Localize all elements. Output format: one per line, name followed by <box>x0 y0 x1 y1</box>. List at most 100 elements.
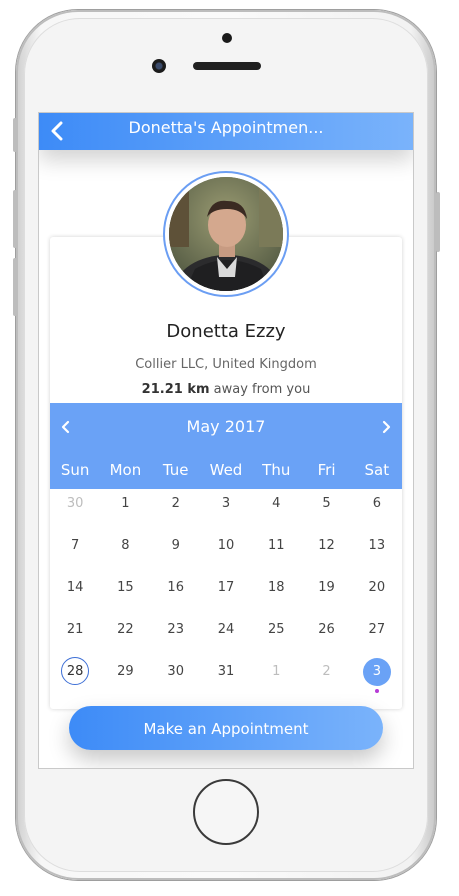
day-number: 3 <box>221 496 231 511</box>
weekday-row: Sun Mon Tue Wed Thu Fri Sat <box>50 461 402 481</box>
calendar-day[interactable]: 16 <box>151 573 201 615</box>
calendar-day[interactable]: 23 <box>151 615 201 657</box>
distance-value: 21.21 km <box>141 382 210 397</box>
calendar-day[interactable]: 1 <box>100 489 150 531</box>
calendar-day[interactable]: 5 <box>301 489 351 531</box>
chevron-right-icon[interactable] <box>378 419 394 435</box>
day-number: 24 <box>217 622 235 637</box>
day-number: 19 <box>318 580 335 595</box>
calendar-day[interactable]: 11 <box>251 531 301 573</box>
volume-up-button <box>13 190 17 248</box>
weekday-label: Wed <box>209 461 243 479</box>
calendar-day[interactable]: 12 <box>301 531 351 573</box>
day-number: 8 <box>121 538 130 553</box>
day-number: 3 <box>362 658 391 686</box>
calendar-day[interactable]: 6 <box>352 489 402 531</box>
calendar-day[interactable]: 10 <box>201 531 251 573</box>
calendar-week: 14 15 16 17 18 19 20 <box>50 573 402 615</box>
day-number: 30 <box>167 664 184 679</box>
app-header: Donetta's Appointmen... <box>39 113 413 150</box>
calendar-day[interactable]: 21 <box>50 615 100 657</box>
calendar-day[interactable]: 2 <box>151 489 201 531</box>
calendar-day[interactable]: 30 <box>50 489 100 531</box>
day-number: 30 <box>66 496 84 511</box>
day-number: 7 <box>71 538 80 553</box>
day-number: 20 <box>368 580 386 595</box>
calendar-week: 7 8 9 10 11 12 13 <box>50 531 402 573</box>
earpiece-speaker <box>193 62 261 70</box>
day-number: 11 <box>267 538 285 553</box>
calendar-day[interactable]: 2 <box>301 657 351 699</box>
day-number: 14 <box>66 580 84 595</box>
make-appointment-button[interactable]: Make an Appointment <box>69 706 383 750</box>
camera-dot <box>222 33 232 43</box>
front-camera <box>152 59 166 73</box>
calendar-day[interactable]: 4 <box>251 489 301 531</box>
day-number: 9 <box>171 538 180 553</box>
weekday-label: Thu <box>262 461 291 479</box>
weekday-label: Sat <box>364 461 390 479</box>
calendar-day-selected[interactable]: 3 <box>352 657 402 699</box>
distance-suffix: away from you <box>209 382 311 397</box>
calendar-grid: 30 1 2 3 4 5 6 7 8 9 10 11 12 13 14 15 1… <box>50 489 402 699</box>
chevron-left-icon[interactable] <box>47 120 69 142</box>
calendar-day[interactable]: 9 <box>151 531 201 573</box>
day-number: 26 <box>318 622 335 637</box>
calendar-day[interactable]: 14 <box>50 573 100 615</box>
calendar-header: May 2017 Sun Mon Tue Wed Thu Fri Sat <box>50 403 402 489</box>
day-number: 10 <box>217 538 235 553</box>
volume-down-button <box>13 258 17 316</box>
calendar-day[interactable]: 31 <box>201 657 251 699</box>
calendar-day[interactable]: 24 <box>201 615 251 657</box>
calendar-day[interactable]: 1 <box>251 657 301 699</box>
mute-switch <box>13 118 17 152</box>
calendar-day[interactable]: 3 <box>201 489 251 531</box>
calendar-day[interactable]: 22 <box>100 615 150 657</box>
weekday-label: Fri <box>317 461 336 479</box>
day-number: 4 <box>272 496 281 511</box>
page-title: Donetta's Appointmen... <box>128 118 324 137</box>
day-number: 29 <box>117 664 134 679</box>
day-number: 1 <box>121 496 130 511</box>
day-number: 23 <box>167 622 184 637</box>
calendar-day[interactable]: 25 <box>251 615 301 657</box>
avatar <box>163 171 289 297</box>
calendar-day[interactable]: 27 <box>352 615 402 657</box>
calendar-day[interactable]: 17 <box>201 573 251 615</box>
day-number: 17 <box>217 580 235 595</box>
calendar-day[interactable]: 15 <box>100 573 150 615</box>
calendar-week: 28 29 30 31 1 2 3 <box>50 657 402 699</box>
avatar-photo <box>169 177 283 291</box>
calendar-week: 21 22 23 24 25 26 27 <box>50 615 402 657</box>
day-number: 2 <box>171 496 180 511</box>
calendar-day[interactable]: 30 <box>151 657 201 699</box>
calendar-day[interactable]: 20 <box>352 573 402 615</box>
power-button <box>436 192 440 252</box>
day-number: 6 <box>372 496 381 511</box>
profile-card: Donetta Ezzy Collier LLC, United Kingdom… <box>50 237 402 709</box>
day-number: 15 <box>117 580 134 595</box>
day-number: 25 <box>267 622 285 637</box>
calendar-month: May 2017 <box>186 417 266 436</box>
calendar-day-today[interactable]: 28 <box>50 657 100 699</box>
home-button[interactable] <box>193 779 259 845</box>
profile-company: Collier LLC, United Kingdom <box>135 357 317 372</box>
day-number: 31 <box>217 664 235 679</box>
calendar-day[interactable]: 18 <box>251 573 301 615</box>
calendar-day[interactable]: 26 <box>301 615 351 657</box>
calendar-day[interactable]: 7 <box>50 531 100 573</box>
weekday-label: Mon <box>109 461 142 479</box>
calendar-week: 30 1 2 3 4 5 6 <box>50 489 402 531</box>
calendar-day[interactable]: 29 <box>100 657 150 699</box>
app-screen: Donetta's Appointmen... Donetta Ezzy Col… <box>38 112 414 769</box>
person-photo-icon <box>169 177 283 291</box>
calendar-day[interactable]: 13 <box>352 531 402 573</box>
calendar-day[interactable]: 8 <box>100 531 150 573</box>
day-number: 21 <box>66 622 84 637</box>
day-number: 2 <box>322 664 331 679</box>
day-number: 16 <box>167 580 184 595</box>
calendar-day[interactable]: 19 <box>301 573 351 615</box>
day-number: 18 <box>267 580 285 595</box>
day-number: 27 <box>368 622 386 637</box>
day-number: 1 <box>272 664 281 679</box>
